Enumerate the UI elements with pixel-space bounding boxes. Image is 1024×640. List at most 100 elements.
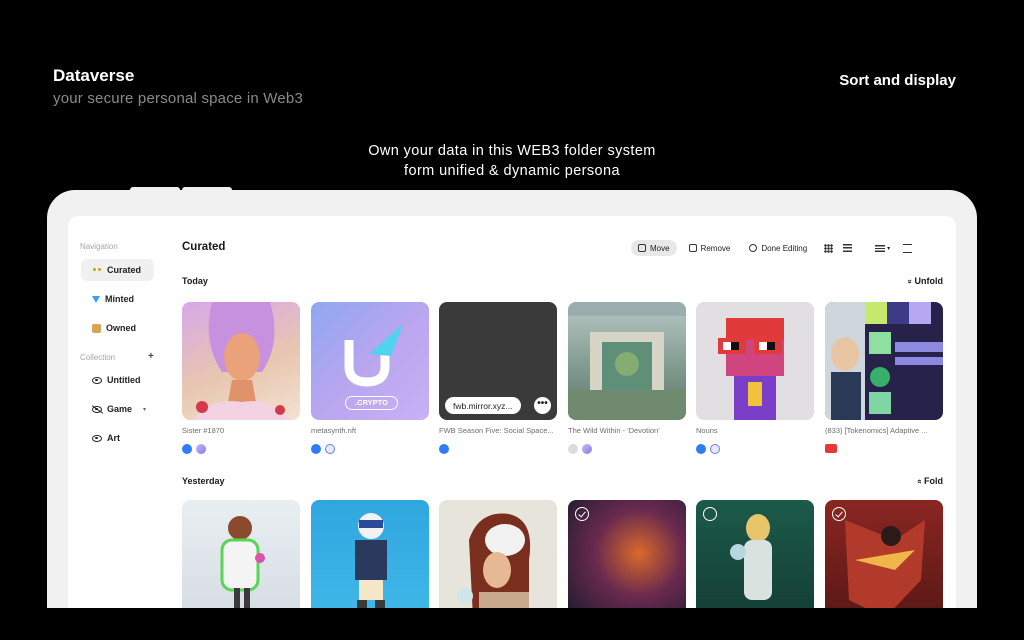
select-checkbox[interactable] [703,507,717,521]
nft-card[interactable] [568,302,686,420]
robot-character-artwork [355,513,387,608]
select-checkbox[interactable] [832,507,846,521]
box-icon [92,323,101,333]
done-editing-button[interactable]: Done Editing [742,240,814,256]
ethereum-icon [196,444,206,454]
youtube-icon [825,444,837,453]
more-options-button[interactable]: ••• [534,397,551,414]
sidebar-item-label: Untitled [107,375,141,385]
nft-card[interactable] [825,500,943,608]
ethereum-icon [582,444,592,454]
nft-card[interactable]: .CRYPTO [311,302,429,420]
trash-icon [688,244,697,252]
eye-icon [92,376,102,384]
sister-artwork [192,302,290,420]
card-label: metasynth.nft [311,426,357,435]
sidebar-item-minted[interactable]: Minted [81,288,154,310]
unfold-button[interactable]: » Unfold [905,276,944,286]
nft-card[interactable] [439,500,557,608]
chevron-down-icon: ▾ [143,406,147,413]
navigation-label: Navigation [80,242,118,251]
tagline-line-1: Own your data in this WEB3 folder system [368,143,656,159]
remove-button[interactable]: Remove [682,240,738,256]
masked-character-artwork [457,513,530,608]
nft-card[interactable]: fwb.mirror.xyz... ••• [439,302,557,420]
profile-badge-icon [311,444,321,454]
card-label: Sister #1870 [182,426,225,435]
move-button[interactable]: Move [631,240,677,256]
card-label: The Wild Within - 'Devotion' [568,426,660,435]
profile-badge-icon [439,444,449,454]
sidebar-item-owned[interactable]: Owned [81,317,154,339]
tagline: Own your data in this WEB3 folder system… [0,141,1024,181]
card-label: FWB Season Five: Social Space... [439,426,554,435]
video-thumbnail [825,302,943,420]
nouns-artwork [718,318,784,420]
sidebar: Navigation Curated Minted Owned Collecti… [68,216,168,608]
double-chevron-up-icon: » [914,479,924,484]
check-circle-icon [749,244,758,252]
unfold-label: Unfold [914,276,944,286]
card-badges [311,444,335,454]
sidebar-item-curated[interactable]: Curated [81,259,154,281]
hero-subtitle: your secure personal space in Web3 [53,90,303,107]
sort-icon[interactable] [875,244,886,252]
eye-icon [92,434,102,442]
filter-sliders-icon[interactable] [903,243,913,253]
sidebar-item-label: Art [107,433,120,443]
card-label: (833) [Tokenomics] Adaptive ... [825,426,928,435]
winter-character-artwork [220,516,265,608]
sidebar-item-untitled[interactable]: Untitled [81,369,154,391]
chevron-down-icon[interactable]: ▾ [887,245,890,252]
fold-label: Fold [924,476,943,486]
nft-card[interactable] [696,500,814,608]
app-screen: Navigation Curated Minted Owned Collecti… [68,216,956,608]
nft-card[interactable] [825,302,943,420]
section-label-yesterday: Yesterday [182,476,225,486]
nft-card[interactable] [568,500,686,608]
list-view-icon[interactable] [843,244,853,252]
url-pill[interactable]: fwb.mirror.xyz... [445,397,521,414]
fold-button[interactable]: » Fold [914,476,943,486]
move-label: Move [650,243,670,253]
nft-card[interactable] [696,302,814,420]
hero-title: Dataverse [53,66,135,85]
wild-within-artwork [568,302,686,420]
nft-card[interactable] [182,302,300,420]
sidebar-item-label: Curated [107,265,142,275]
card-label: Nouns [696,426,718,435]
sidebar-item-label: Owned [106,323,137,333]
collection-label: Collection [80,353,116,362]
move-icon [638,244,646,252]
gem-icon [92,295,100,303]
card-badges [439,444,449,454]
sidebar-item-game[interactable]: Game ▾ [81,398,154,420]
sidebar-item-label: Minted [105,294,134,304]
vr-badge-icon [568,444,578,454]
add-collection-button[interactable]: + [148,351,154,362]
grid-view-icon[interactable] [824,243,834,253]
eye-off-icon [92,405,102,413]
card-badges [182,444,206,454]
section-label-today: Today [182,276,208,286]
link-icon [710,444,720,454]
sidebar-item-label: Game [107,404,133,414]
double-chevron-down-icon: » [905,279,915,284]
profile-badge-icon [182,444,192,454]
page-title: Curated [182,241,226,253]
tablet-button-2 [182,187,232,191]
card-badges [568,444,592,454]
profile-badge-icon [696,444,706,454]
card-badges [825,444,837,453]
select-checkbox[interactable] [575,507,589,521]
sort-and-display-heading: Sort and display [839,72,956,89]
tagline-line-2: form unified & dynamic persona [404,163,620,179]
crypto-tag: .CRYPTO [345,396,398,410]
tablet-button-1 [130,187,180,191]
nft-card[interactable] [311,500,429,608]
eyes-icon [92,267,102,273]
nft-card[interactable] [182,500,300,608]
sidebar-item-art[interactable]: Art [81,427,154,449]
remove-label: Remove [700,243,731,253]
toolbar: Move Remove Done Editing ▾ [631,240,913,256]
